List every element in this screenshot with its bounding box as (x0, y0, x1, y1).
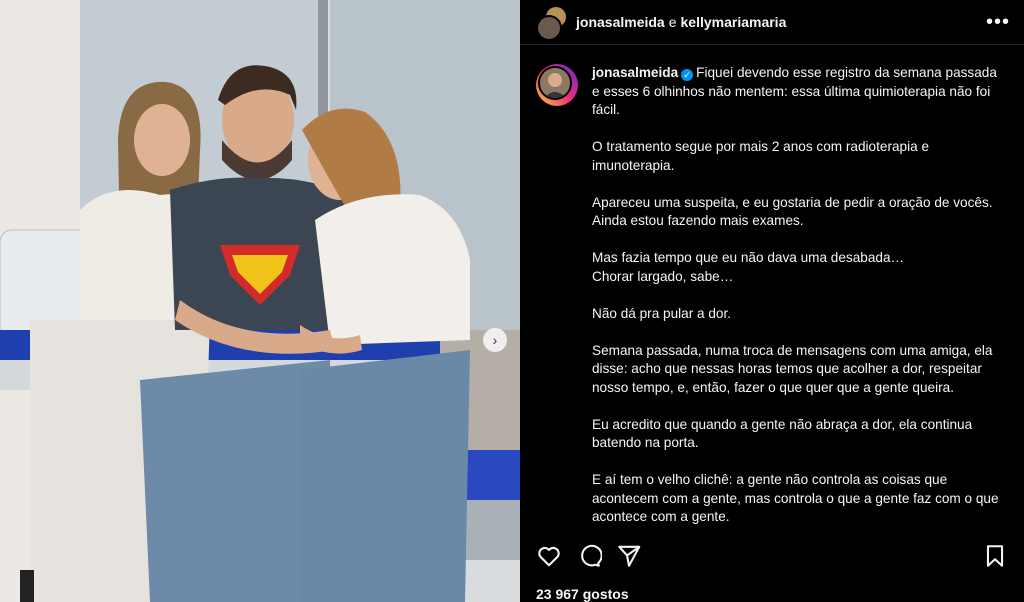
post-panel: jonasalmeida e kellymariamaria ••• jonas… (520, 0, 1024, 602)
collab-avatars[interactable] (536, 7, 566, 41)
avatar (538, 66, 572, 100)
caption-paragraph: E aí tem o velho clichê: a gente não con… (592, 472, 999, 524)
caption-paragraph: O tratamento segue por mais 2 anos com r… (592, 139, 930, 173)
caption-paragraph: Não dá pra pular a dor. (592, 305, 732, 321)
more-horizontal-icon: ••• (985, 10, 1010, 33)
likes-count[interactable]: 23 967 gostos (536, 586, 629, 602)
caption-area: jonasalmeida ✓ Fiquei devendo esse registr… (536, 64, 1008, 534)
send-icon[interactable] (616, 543, 642, 569)
bookmark-icon[interactable] (982, 543, 1008, 569)
username-link[interactable]: jonasalmeida (576, 14, 665, 30)
avatar (536, 15, 562, 41)
more-options-button[interactable]: ••• (986, 11, 1010, 34)
story-ring[interactable] (536, 64, 578, 106)
caption-text: jonasalmeida ✓ Fiquei devendo esse registr… (592, 64, 1008, 534)
heart-icon[interactable] (536, 543, 562, 569)
collab-names: jonasalmeida e kellymariamaria (576, 14, 986, 30)
caption-paragraph: Mas fazia tempo que eu não dava uma desa… (592, 250, 905, 284)
caption-username[interactable]: jonasalmeida (592, 65, 678, 80)
photo-illustration (0, 0, 520, 602)
post-photo[interactable]: › (0, 0, 520, 602)
caption-paragraph: Semana passada, numa troca de mensagens … (592, 342, 993, 395)
chevron-right-icon: › (492, 332, 498, 348)
avatar-portrait (540, 68, 570, 98)
comment-icon[interactable] (576, 543, 602, 569)
connector-text: e (668, 14, 677, 30)
caption-paragraph: Apareceu uma suspeita, e eu gostaria de … (592, 194, 993, 229)
username-link[interactable]: kellymariamaria (681, 14, 787, 30)
post-header: jonasalmeida e kellymariamaria ••• (520, 0, 1024, 45)
caption-paragraph: Eu acredito que quando a gente não abraç… (592, 416, 973, 451)
action-bar (536, 540, 1008, 572)
next-photo-button[interactable]: › (483, 328, 507, 352)
verified-badge-icon: ✓ (681, 69, 694, 81)
